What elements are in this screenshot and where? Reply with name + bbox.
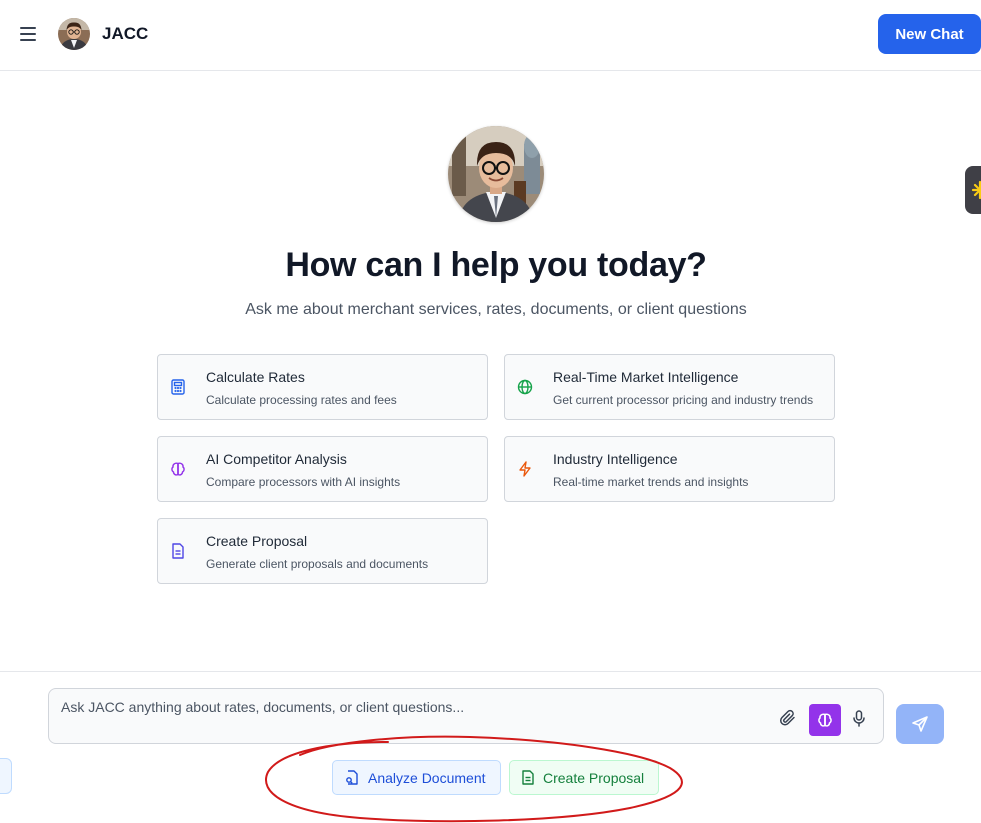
- lightning-icon: [517, 461, 533, 477]
- message-input[interactable]: [61, 697, 761, 737]
- action-card-title: Industry Intelligence: [553, 451, 678, 467]
- jacc-avatar: [58, 18, 90, 50]
- calculator-icon: [170, 379, 186, 395]
- action-card-market-intelligence[interactable]: Real-Time Market Intelligence Get curren…: [504, 354, 835, 420]
- send-button[interactable]: [896, 704, 944, 744]
- document-icon: [522, 770, 534, 785]
- message-composer: [48, 688, 884, 744]
- action-card-title: Create Proposal: [206, 533, 308, 549]
- sparkle-icon: [971, 180, 981, 200]
- action-card-description: Generate client proposals and documents: [206, 557, 429, 571]
- page-title: How can I help you today?: [285, 246, 707, 284]
- create-proposal-label: Create Proposal: [543, 769, 645, 786]
- brand-name: JACC: [102, 24, 149, 43]
- hamburger-menu-icon[interactable]: [14, 20, 42, 48]
- document-search-icon: [346, 770, 358, 785]
- collapsed-panel-tab[interactable]: [0, 758, 12, 794]
- globe-icon: [517, 379, 533, 395]
- action-card-competitor-analysis[interactable]: AI Competitor Analysis Compare processor…: [157, 436, 488, 502]
- microphone-icon[interactable]: [852, 710, 870, 730]
- action-card-title: Real-Time Market Intelligence: [553, 369, 739, 385]
- create-proposal-button[interactable]: Create Proposal: [509, 760, 659, 795]
- send-icon: [912, 716, 928, 732]
- action-card-description: Get current processor pricing and indust…: [553, 393, 814, 407]
- page-subtitle: Ask me about merchant services, rates, d…: [245, 301, 747, 318]
- action-card-description: Calculate processing rates and fees: [206, 393, 397, 407]
- attach-paperclip-icon[interactable]: [779, 709, 799, 729]
- brain-icon: [818, 713, 832, 727]
- action-card-create-proposal[interactable]: Create Proposal Generate client proposal…: [157, 518, 488, 584]
- analyze-document-button[interactable]: Analyze Document: [332, 760, 501, 795]
- action-card-title: AI Competitor Analysis: [206, 451, 347, 467]
- ai-mode-brain-button[interactable]: [809, 704, 841, 736]
- document-icon: [170, 543, 186, 559]
- assistant-portrait: [448, 126, 544, 222]
- app-header: JACC New Chat: [0, 0, 981, 71]
- action-card-title: Calculate Rates: [206, 369, 305, 385]
- action-card-calculate-rates[interactable]: Calculate Rates Calculate processing rat…: [157, 354, 488, 420]
- brain-icon: [170, 461, 186, 477]
- new-chat-button[interactable]: New Chat: [878, 14, 981, 54]
- action-card-description: Real-time market trends and insights: [553, 475, 749, 489]
- action-card-industry-intelligence[interactable]: Industry Intelligence Real-time market t…: [504, 436, 835, 502]
- analyze-document-label: Analyze Document: [368, 769, 486, 786]
- side-widget-tab[interactable]: [965, 166, 981, 214]
- action-card-description: Compare processors with AI insights: [206, 475, 401, 489]
